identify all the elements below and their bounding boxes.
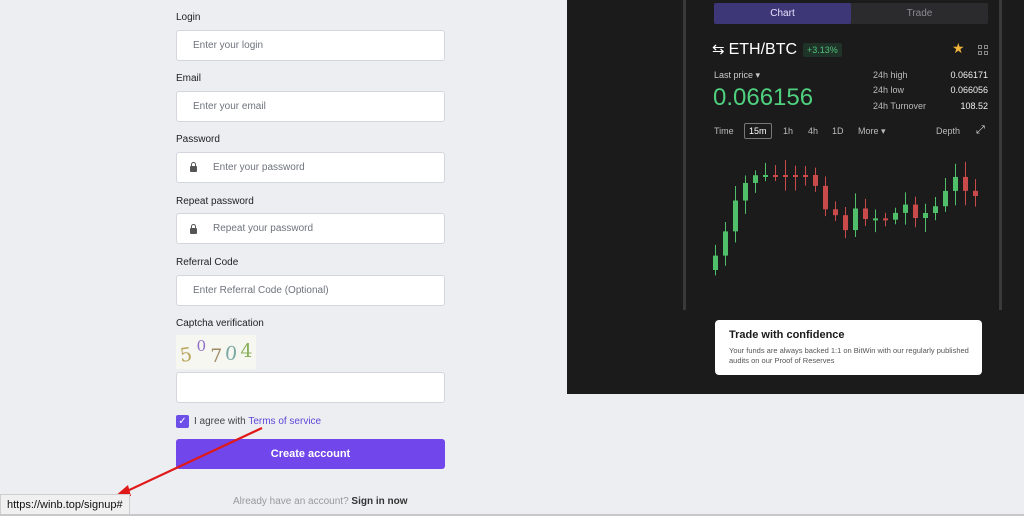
candle-body: [903, 204, 908, 213]
stat-value: 108.52: [960, 101, 988, 111]
create-account-button[interactable]: Create account: [176, 439, 445, 469]
star-icon[interactable]: ★: [952, 40, 965, 57]
login-label: Login: [176, 12, 201, 23]
captcha-char: 0: [224, 342, 242, 366]
timeframe-1d[interactable]: 1D: [832, 126, 844, 136]
timeframe-more[interactable]: More ▾: [858, 126, 886, 137]
password-label: Password: [176, 134, 220, 145]
captcha-char: 4: [240, 340, 256, 362]
candle-body: [913, 204, 918, 218]
grid-icon[interactable]: [978, 45, 988, 55]
candle-body: [773, 175, 778, 177]
referral-label: Referral Code: [176, 257, 239, 268]
captcha-image: 5 0 7 0 4: [176, 335, 256, 369]
timeframe-label: Time: [714, 126, 734, 136]
candle-body: [873, 218, 878, 221]
depth-button[interactable]: Depth: [936, 126, 960, 136]
timeframe-4h[interactable]: 4h: [808, 126, 818, 136]
signin-prefix: Already have an account?: [233, 496, 349, 507]
password-input[interactable]: [176, 152, 445, 183]
repeat-password-input[interactable]: [176, 213, 445, 244]
timeframe-1h[interactable]: 1h: [783, 126, 793, 136]
candle-body: [843, 215, 848, 231]
repeat-password-label: Repeat password: [176, 196, 254, 207]
candle-body: [973, 190, 978, 196]
candle-body: [883, 218, 888, 221]
last-price: 0.066156: [713, 84, 814, 111]
stat-value: 0.066056: [950, 85, 988, 95]
stat-key: 24h high: [873, 70, 908, 80]
candle-body: [743, 182, 748, 201]
chart-trade-tabs: Chart Trade: [714, 3, 988, 24]
lock-icon: [190, 162, 197, 172]
lock-icon: [190, 224, 197, 234]
terms-checkbox[interactable]: ✓: [176, 415, 189, 428]
email-input[interactable]: [176, 91, 445, 122]
candle-body: [813, 175, 818, 186]
confidence-card: Trade with confidence Your funds are alw…: [715, 320, 982, 375]
terms-text: I agree with Terms of service: [194, 416, 321, 427]
pair-name: ETH/BTC: [728, 41, 798, 58]
stat-key: 24h low: [873, 85, 905, 95]
tab-chart[interactable]: Chart: [714, 3, 851, 24]
login-input[interactable]: [176, 30, 445, 61]
phone-frame-left: [683, 0, 686, 310]
phone-frame-right: [999, 0, 1002, 310]
stat-value: 0.066171: [950, 70, 988, 80]
signin-prompt: Already have an account? Sign in now: [233, 496, 408, 507]
candle-body: [753, 175, 758, 183]
candle-body: [863, 208, 868, 220]
candle-body: [823, 185, 828, 210]
timeframe-15m[interactable]: 15m: [744, 123, 772, 139]
captcha-char: 0: [196, 337, 209, 355]
candle-body: [963, 176, 968, 191]
candle-body: [803, 175, 808, 177]
email-label: Email: [176, 73, 202, 84]
captcha-char: 5: [178, 343, 197, 367]
candlestick-chart: [713, 160, 978, 276]
candle-body: [953, 176, 958, 191]
candle-body: [793, 175, 798, 177]
candle-body: [923, 213, 928, 218]
candle-body: [763, 175, 768, 177]
candle-body: [943, 190, 948, 207]
stat-key: 24h Turnover: [873, 101, 927, 111]
captcha-label: Captcha verification: [176, 318, 264, 329]
candle-body: [933, 206, 938, 214]
expand-icon[interactable]: ⤢: [976, 124, 985, 137]
card-text: Your funds are always backed 1:1 on BitW…: [729, 346, 969, 365]
candle-body: [713, 255, 718, 270]
candle-body: [733, 200, 738, 232]
candle-body: [783, 175, 788, 177]
swap-icon: ⇆: [712, 41, 725, 58]
captcha-input[interactable]: [176, 372, 445, 403]
candle-body: [833, 209, 838, 216]
change-badge: +3.13%: [803, 43, 842, 57]
candle-body: [853, 208, 858, 231]
candle-body: [723, 231, 728, 256]
tab-trade[interactable]: Trade: [851, 3, 988, 24]
pair-title: ⇆ ETH/BTC: [712, 40, 797, 59]
promo-panel: Chart Trade ⇆ ETH/BTC +3.13% ★ Last price…: [567, 0, 1024, 394]
candle-body: [893, 212, 898, 220]
last-price-label: Last price ▾: [714, 70, 761, 80]
status-bar-url: https://winb.top/signup#: [0, 494, 130, 516]
signin-link[interactable]: Sign in now: [351, 496, 407, 507]
card-title: Trade with confidence: [729, 329, 845, 341]
terms-prefix: I agree with: [194, 416, 246, 427]
terms-link[interactable]: Terms of service: [248, 416, 321, 427]
referral-input[interactable]: [176, 275, 445, 306]
